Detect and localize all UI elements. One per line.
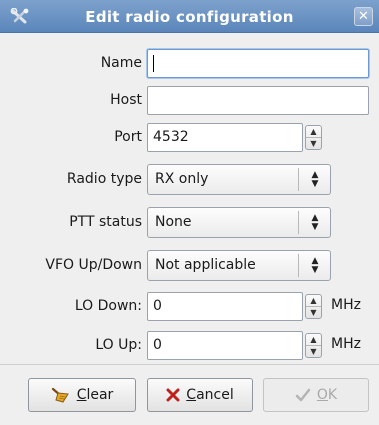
vfo-updown-value: Not applicable (155, 257, 256, 273)
lo-up-spin-buttons[interactable]: ▲ ▼ (305, 333, 322, 358)
host-label: Host (110, 92, 142, 108)
cancel-x-icon (166, 388, 180, 402)
combo-separator (298, 254, 299, 277)
title-bar[interactable]: Edit radio configuration ✕ (0, 0, 379, 33)
vfo-updown-select[interactable]: Not applicable ▲ ▼ (147, 250, 331, 281)
port-input[interactable]: 4532 (147, 123, 303, 152)
ptt-status-value: None (155, 214, 192, 230)
lo-up-input[interactable]: 0 (147, 331, 303, 360)
port-spin-buttons[interactable]: ▲ ▼ (305, 125, 322, 150)
combo-separator (298, 168, 299, 191)
lo-down-label: LO Down: (74, 298, 142, 314)
broom-icon (51, 387, 69, 403)
port-label: Port (114, 129, 142, 145)
button-bar: Clear Cancel OK (0, 364, 379, 425)
text-cursor (153, 54, 154, 72)
name-input[interactable] (147, 49, 369, 78)
ok-label: K (327, 387, 338, 403)
lo-down-value: 0 (153, 298, 162, 314)
lo-up-unit: MHz (331, 336, 361, 352)
spin-up-icon[interactable]: ▲ (306, 126, 321, 138)
lo-up-label: LO Up: (95, 337, 142, 353)
window-title: Edit radio configuration (85, 8, 294, 26)
port-value: 4532 (153, 129, 189, 145)
spin-down-icon[interactable]: ▼ (306, 138, 321, 149)
cancel-label: ancel (196, 387, 234, 403)
close-icon: ✕ (358, 9, 369, 24)
lo-down-input[interactable]: 0 (147, 292, 303, 321)
name-label: Name (100, 55, 142, 71)
clear-button[interactable]: Clear (28, 378, 136, 412)
cancel-button[interactable]: Cancel (147, 378, 253, 412)
ok-button[interactable]: OK (263, 378, 369, 412)
updown-chevron-icon: ▲ ▼ (311, 170, 319, 189)
edit-radio-configuration-dialog: Edit radio configuration ✕ Name Host Por… (0, 0, 379, 425)
lo-down-spin-buttons[interactable]: ▲ ▼ (305, 294, 322, 319)
spin-down-icon[interactable]: ▼ (306, 346, 321, 357)
updown-chevron-icon: ▲ ▼ (311, 256, 319, 275)
vfo-updown-label: VFO Up/Down (45, 257, 142, 273)
spin-up-icon[interactable]: ▲ (306, 334, 321, 346)
ptt-status-label: PTT status (69, 214, 142, 230)
clear-label: lear (86, 387, 114, 403)
combo-separator (298, 211, 299, 234)
radio-type-label: Radio type (66, 171, 142, 187)
lo-up-value: 0 (153, 337, 162, 353)
lo-down-unit: MHz (331, 297, 361, 313)
close-button[interactable]: ✕ (354, 7, 373, 26)
clear-mnemonic: C (76, 387, 87, 403)
checkmark-icon (295, 388, 311, 402)
spin-down-icon[interactable]: ▼ (306, 307, 321, 318)
cancel-mnemonic: C (186, 387, 197, 403)
radio-type-value: RX only (155, 171, 209, 187)
host-input[interactable] (147, 86, 369, 115)
ok-mnemonic: O (316, 387, 328, 403)
radio-type-select[interactable]: RX only ▲ ▼ (147, 164, 331, 195)
updown-chevron-icon: ▲ ▼ (311, 213, 319, 232)
spin-up-icon[interactable]: ▲ (306, 295, 321, 307)
ptt-status-select[interactable]: None ▲ ▼ (147, 207, 331, 238)
